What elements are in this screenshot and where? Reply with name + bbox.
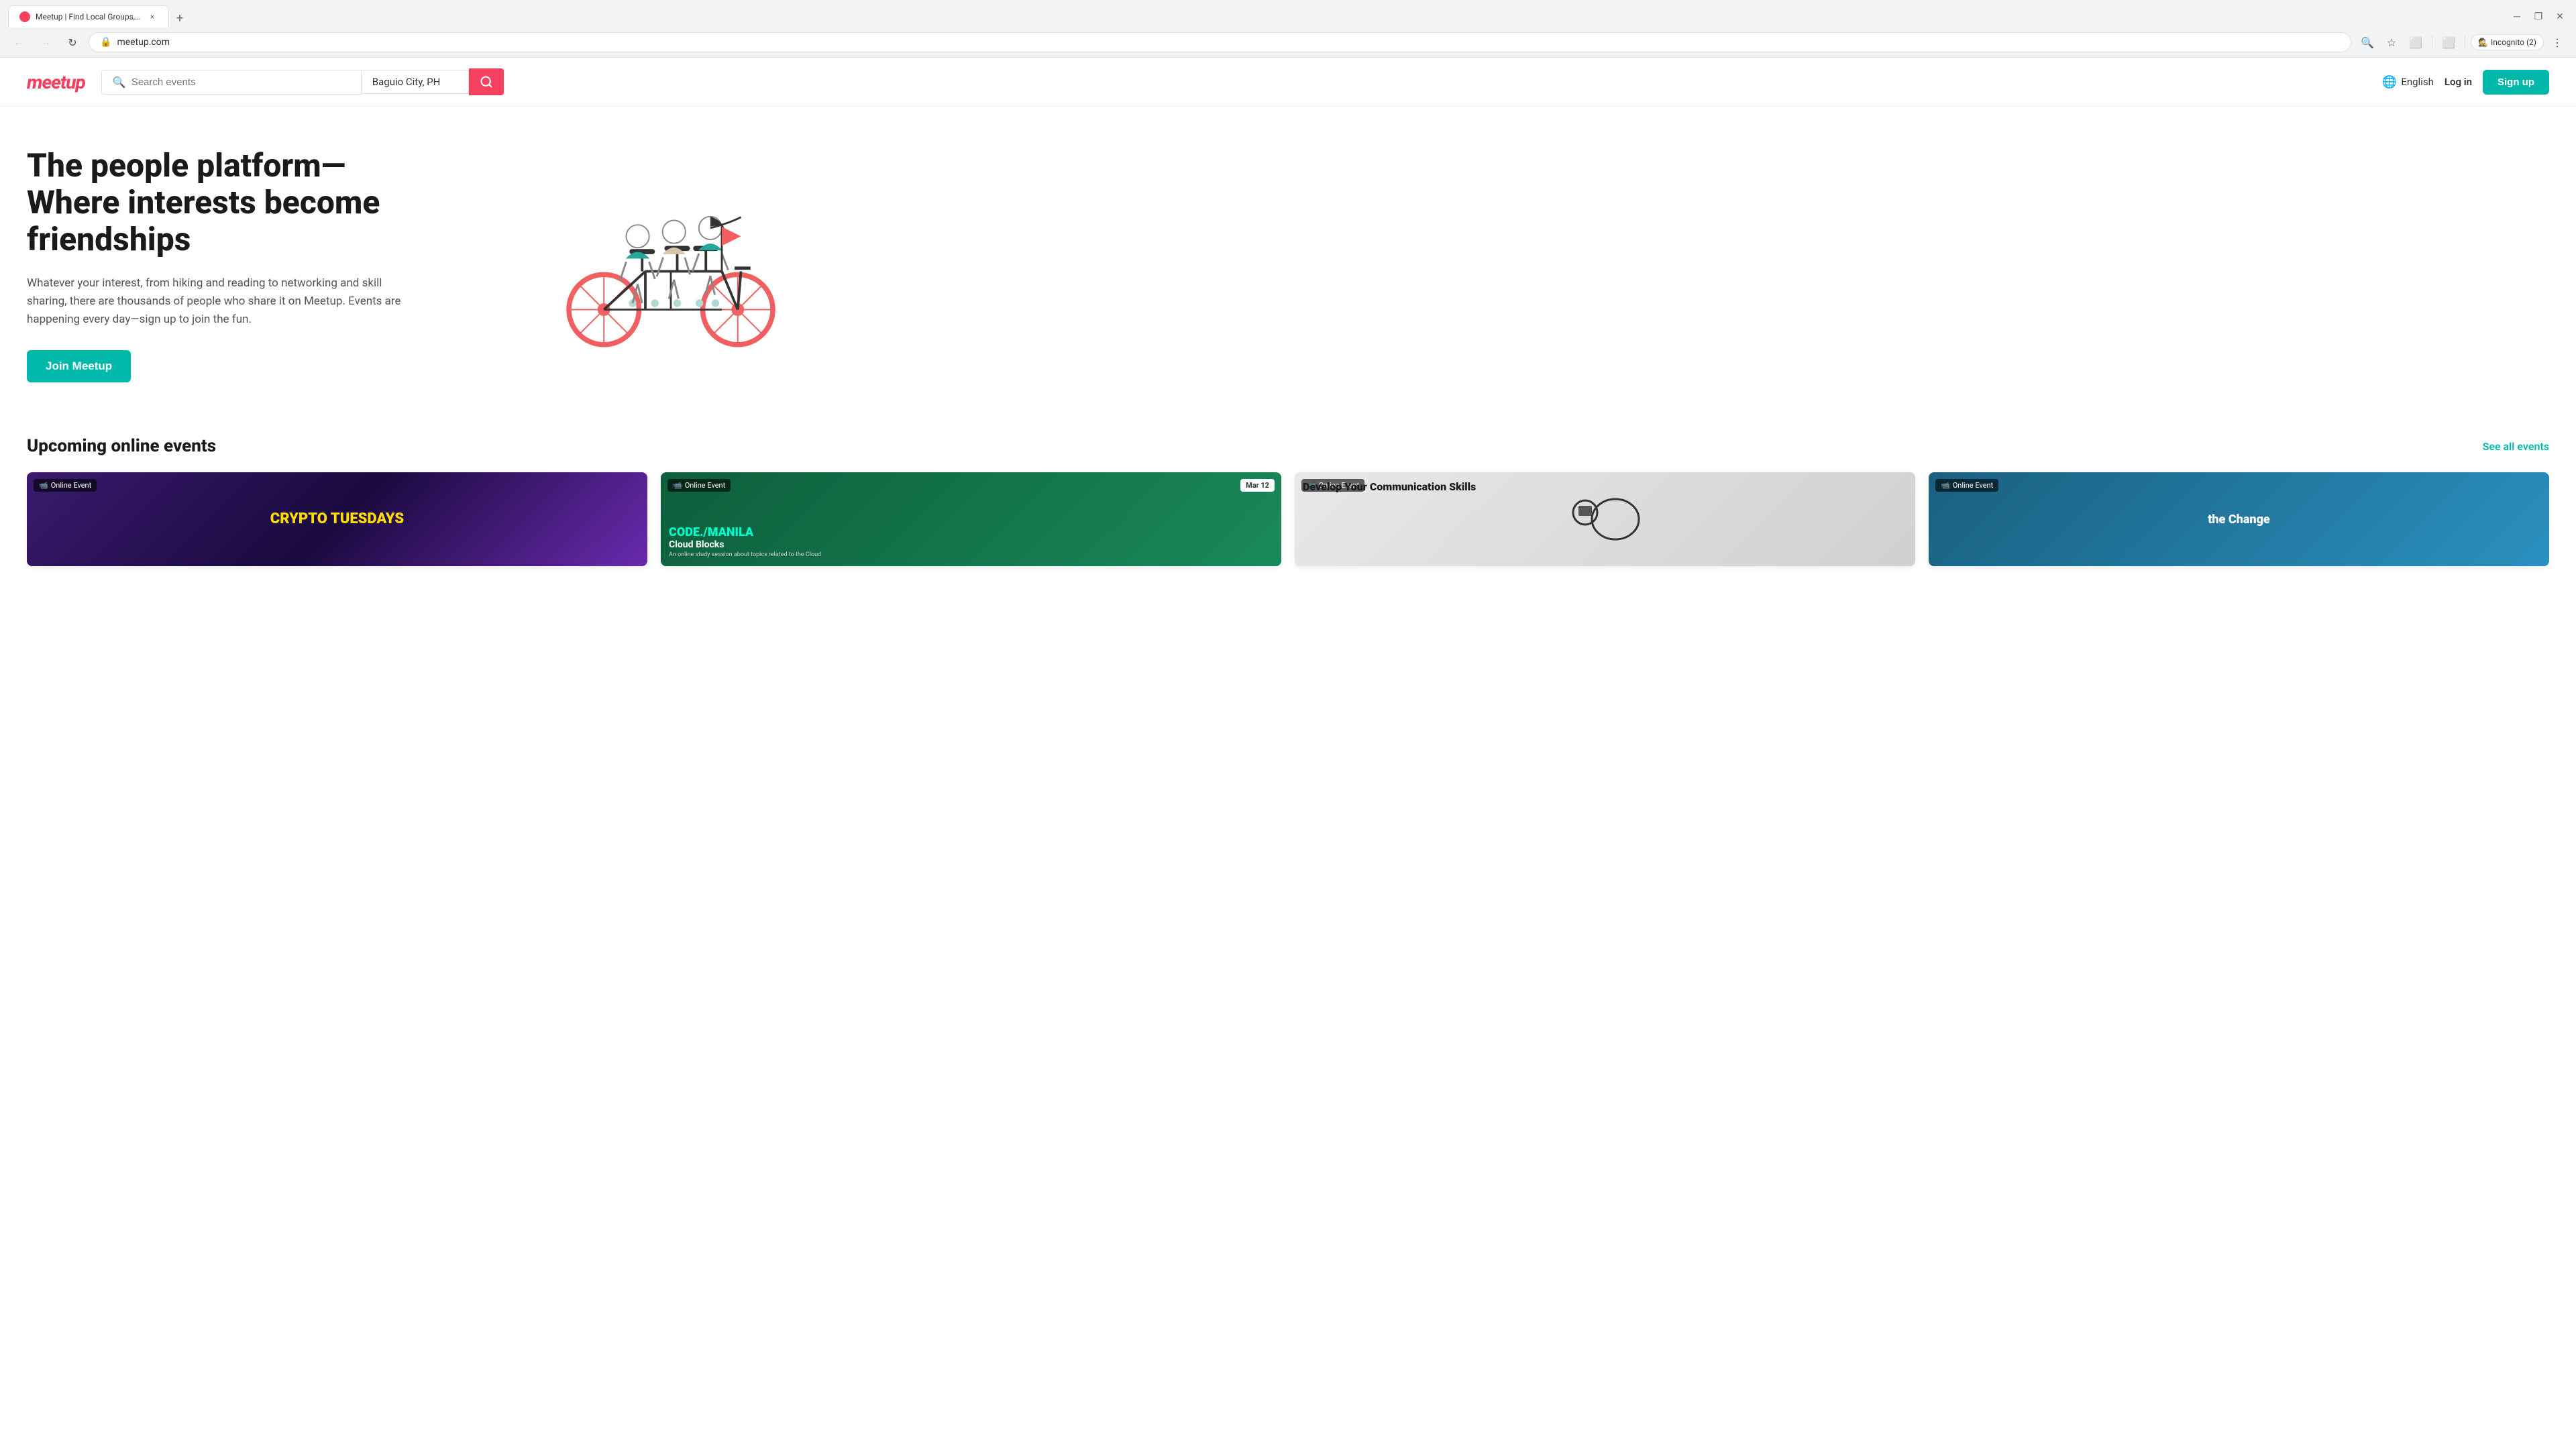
events-header: Upcoming online events See all events (27, 436, 2549, 456)
tab-close-button[interactable]: × (147, 11, 158, 22)
address-bar[interactable]: 🔒 meetup.com (89, 32, 2351, 52)
event-card-4[interactable]: 📹 Online Event the Change (1929, 472, 2549, 566)
hero-section: The people platform—Where interests beco… (0, 107, 939, 409)
logo-text: meetup (27, 71, 85, 93)
search-input[interactable] (131, 76, 350, 88)
site-content: meetup 🔍 Baguio City, PH 🌐 English (0, 58, 2576, 580)
change-title: the Change (2200, 504, 2278, 535)
logo[interactable]: meetup (27, 71, 85, 93)
cloud-blocks-desc: An online study session about topics rel… (669, 551, 821, 558)
incognito-label: Incognito (2) (2491, 38, 2536, 47)
minimize-button[interactable]: ─ (2509, 9, 2525, 25)
video-icon-2: 📹 (673, 481, 682, 490)
hero-content: The people platform—Where interests beco… (27, 147, 402, 382)
tab-title: Meetup | Find Local Groups, Ev... (36, 12, 142, 21)
events-grid: 📹 Online Event CRYPTO TUESDAYS 📹 Online … (27, 472, 2549, 566)
hero-title: The people platform—Where interests beco… (27, 147, 402, 258)
globe-icon: 🌐 (2382, 75, 2397, 89)
communication-title: Develop Your Communication Skills (1295, 472, 1484, 501)
login-button[interactable]: Log in (2445, 76, 2472, 88)
code-manila-content: CODE./manila Cloud Blocks An online stud… (669, 525, 821, 558)
tab-strip: Meetup | Find Local Groups, Ev... × + (8, 5, 2504, 28)
event-card-1[interactable]: 📹 Online Event CRYPTO TUESDAYS (27, 472, 647, 566)
search-icon: 🔍 (113, 76, 126, 89)
event-badge-label-2: Online Event (685, 481, 726, 490)
join-meetup-button[interactable]: Join Meetup (27, 350, 131, 382)
event-thumbnail-1: 📹 Online Event CRYPTO TUESDAYS (27, 472, 647, 566)
refresh-button[interactable]: ↻ (62, 32, 83, 53)
browser-search-button[interactable]: 🔍 (2357, 32, 2378, 53)
language-selector[interactable]: 🌐 English (2382, 75, 2434, 89)
address-lock-icon: 🔒 (100, 37, 111, 48)
hero-description: Whatever your interest, from hiking and … (27, 274, 402, 329)
browser-toolbar: ← → ↻ 🔒 meetup.com 🔍 ☆ ⬜ ⬜ 🕵 Incognito (… (0, 28, 2576, 58)
crypto-title: CRYPTO TUESDAYS (270, 511, 404, 528)
address-url: meetup.com (117, 37, 170, 48)
toolbar-actions: 🔍 ☆ ⬜ ⬜ 🕵 Incognito (2) ⋮ (2357, 32, 2568, 53)
search-input-wrapper[interactable]: 🔍 (101, 70, 362, 95)
event-card-3[interactable]: 📹 Online Event Develop Your Communicatio… (1295, 472, 1915, 566)
hero-bicycle-illustration (543, 171, 798, 359)
event-thumbnail-2: 📹 Online Event Mar 12 CODE./manila Cloud… (661, 472, 1281, 566)
event-badge-1: 📹 Online Event (34, 479, 97, 492)
event-card-2[interactable]: 📹 Online Event Mar 12 CODE./manila Cloud… (661, 472, 1281, 566)
browser-chrome: Meetup | Find Local Groups, Ev... × + ─ … (0, 0, 2576, 58)
back-button[interactable]: ← (8, 32, 30, 53)
event-badge-2: 📹 Online Event (667, 479, 731, 492)
language-label: English (2401, 76, 2434, 88)
event-thumbnail-4: 📹 Online Event the Change (1929, 472, 2549, 566)
forward-button[interactable]: → (35, 32, 56, 53)
event-date-badge-2: Mar 12 (1240, 479, 1275, 492)
crypto-card-content: CRYPTO TUESDAYS (270, 511, 404, 528)
search-button[interactable] (469, 68, 504, 95)
incognito-badge[interactable]: 🕵 Incognito (2) (2471, 34, 2544, 50)
site-header: meetup 🔍 Baguio City, PH 🌐 English (0, 58, 2576, 107)
see-all-events-link[interactable]: See all events (2483, 440, 2549, 453)
communication-illustration (1565, 486, 1646, 553)
code-manila-group: CODE./manila (669, 525, 821, 539)
event-badge-label-4: Online Event (1953, 481, 1994, 490)
active-tab[interactable]: Meetup | Find Local Groups, Ev... × (8, 5, 169, 28)
signup-button[interactable]: Sign up (2483, 70, 2549, 95)
browser-titlebar: Meetup | Find Local Groups, Ev... × + ─ … (0, 0, 2576, 28)
split-view-button[interactable]: ⬜ (2438, 32, 2459, 53)
cloud-blocks-title: Cloud Blocks (669, 539, 821, 550)
search-button-icon (480, 75, 493, 89)
events-section: Upcoming online events See all events 📹 … (0, 409, 2576, 580)
location-value: Baguio City, PH (372, 76, 441, 88)
video-icon-4: 📹 (1941, 481, 1950, 490)
search-bar: 🔍 Baguio City, PH (101, 68, 504, 95)
header-actions: 🌐 English Log in Sign up (2382, 70, 2549, 95)
extensions-button[interactable]: ⬜ (2405, 32, 2426, 53)
close-button[interactable]: ✕ (2552, 9, 2568, 25)
event-badge-label-1: Online Event (51, 481, 92, 490)
incognito-icon: 🕵 (2478, 38, 2488, 47)
more-options-button[interactable]: ⋮ (2546, 32, 2568, 53)
new-tab-button[interactable]: + (170, 9, 189, 28)
window-controls: ─ ❐ ✕ (2509, 9, 2568, 25)
events-section-title: Upcoming online events (27, 436, 216, 456)
tab-favicon (19, 11, 30, 22)
event-thumbnail-3: 📹 Online Event Develop Your Communicatio… (1295, 472, 1915, 566)
event-badge-4: 📹 Online Event (1935, 479, 1998, 492)
maximize-button[interactable]: ❐ (2530, 9, 2546, 25)
bookmark-button[interactable]: ☆ (2381, 32, 2402, 53)
location-input-wrapper[interactable]: Baguio City, PH (362, 70, 469, 94)
video-icon-1: 📹 (39, 481, 48, 490)
hero-illustration (429, 171, 912, 359)
